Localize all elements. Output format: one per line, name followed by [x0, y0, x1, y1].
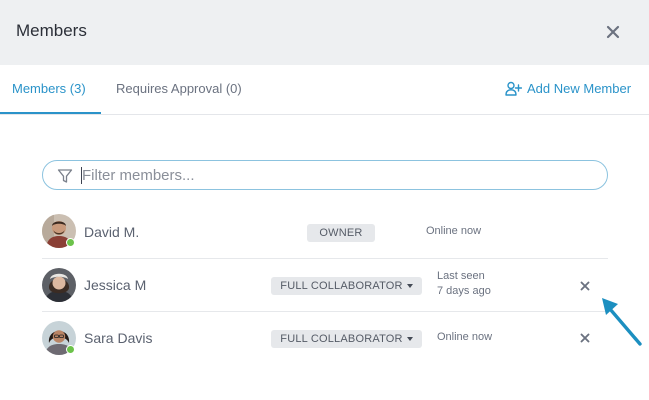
remove-member-button[interactable] [578, 331, 592, 345]
close-icon [580, 281, 590, 291]
filter-members-input[interactable] [82, 165, 582, 185]
tab-requires-approval[interactable]: Requires Approval (0) [116, 81, 242, 96]
presence-line: Last seen [437, 270, 485, 282]
close-button[interactable] [602, 22, 624, 42]
member-name: David M. [84, 224, 140, 240]
dialog-header: Members [0, 0, 649, 65]
active-tab-indicator [0, 112, 101, 114]
role-label: FULL COLLABORATOR [280, 333, 403, 345]
role-dropdown[interactable]: FULL COLLABORATOR [271, 277, 422, 295]
tab-bar: Members (3) Requires Approval (0) Add Ne… [0, 65, 649, 115]
member-row: David M. OWNER Online now [42, 204, 608, 257]
add-new-member-label: Add New Member [527, 80, 632, 96]
dialog-title: Members [16, 21, 87, 40]
tab-members[interactable]: Members (3) [12, 81, 86, 96]
presence-line: 7 days ago [437, 285, 491, 297]
presence-status: Online now [426, 224, 481, 239]
annotation-arrow-icon [602, 298, 642, 346]
add-new-member-button[interactable]: Add New Member [505, 79, 631, 97]
filter-icon [57, 169, 73, 183]
presence-line: Online now [437, 331, 493, 343]
member-row: Sara Davis FULL COLLABORATOR Online now [42, 311, 608, 364]
online-status-dot [66, 345, 75, 354]
chevron-down-icon [406, 337, 413, 341]
presence-status: Online now [437, 330, 492, 345]
presence-status: Last seen 7 days ago [437, 269, 491, 299]
role-badge: OWNER [307, 224, 375, 242]
presence-line: Online now [426, 225, 482, 237]
role-dropdown[interactable]: FULL COLLABORATOR [271, 330, 422, 348]
role-label: FULL COLLABORATOR [280, 280, 403, 292]
online-status-dot [66, 238, 75, 247]
avatar [42, 268, 76, 302]
member-row: Jessica M FULL COLLABORATOR Last seen 7 … [42, 258, 608, 311]
member-name: Sara Davis [84, 330, 153, 346]
filter-members-field[interactable] [42, 160, 608, 190]
chevron-down-icon [406, 284, 413, 288]
remove-member-button[interactable] [578, 279, 592, 293]
add-user-icon [505, 81, 522, 96]
close-icon [606, 25, 620, 39]
close-icon [580, 333, 590, 343]
member-name: Jessica M [84, 277, 147, 293]
